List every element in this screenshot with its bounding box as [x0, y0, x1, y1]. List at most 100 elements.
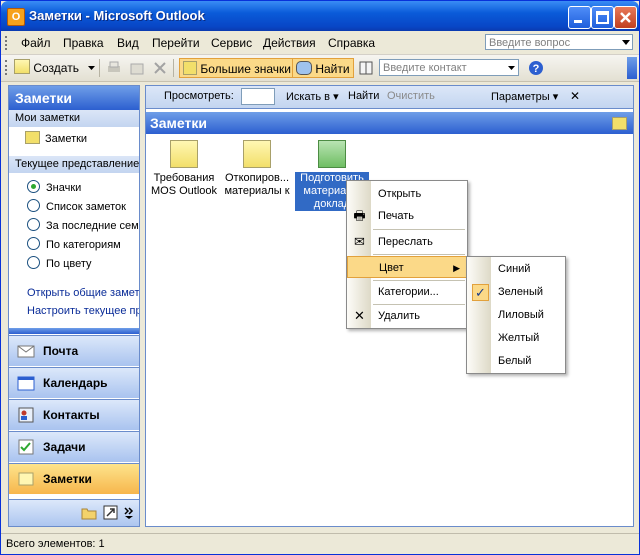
note-title-line: MOS Outlook [150, 185, 218, 197]
context-color[interactable]: Цвет ▶ [347, 256, 467, 278]
view-option-notes-list[interactable]: Список заметок [27, 199, 126, 213]
outlook-window: O Заметки - Microsoft Outlook Файл Правк… [0, 0, 640, 555]
toolbar-options-button[interactable] [627, 57, 637, 79]
view-option-last-seven-days[interactable]: За последние семь дней [27, 218, 139, 232]
color-item-label: Лиловый [498, 309, 544, 321]
search-in-button[interactable]: Искать в ▾ [286, 90, 339, 103]
maximize-button[interactable] [591, 6, 614, 29]
radio-icon [27, 199, 40, 212]
find-binoculars-icon [296, 61, 312, 75]
color-yellow[interactable]: Желтый [467, 327, 565, 349]
menu-view[interactable]: Вид [117, 36, 139, 50]
nav-button-notes[interactable]: Заметки [9, 463, 139, 494]
find-button[interactable]: Найти [292, 58, 354, 78]
shortcuts-icon[interactable] [103, 505, 118, 520]
move-to-folder-icon[interactable] [129, 60, 145, 76]
find-label: Найти [315, 62, 350, 76]
view-option-icons[interactable]: Значки [27, 180, 81, 194]
view-option-by-category[interactable]: По категориям [27, 237, 121, 251]
color-submenu: Синий ✓ Зеленый Лиловый Желтый Белый [466, 256, 566, 374]
note-item[interactable]: Откопиров... материалы к [220, 140, 294, 198]
configure-buttons-icon[interactable] [124, 507, 134, 519]
color-item-label: Зеленый [498, 286, 544, 298]
context-forward[interactable]: ✉ Переслать [347, 231, 467, 253]
notes-folder-item[interactable]: Заметки [13, 130, 87, 148]
nav-splitter[interactable] [9, 328, 139, 334]
toolbar-grip[interactable] [5, 60, 10, 75]
color-item-label: Желтый [498, 332, 540, 344]
outlook-app-icon: O [7, 8, 25, 26]
search-in-label: Искать в [286, 91, 331, 103]
address-book-icon[interactable] [358, 60, 374, 76]
title-bar[interactable]: O Заметки - Microsoft Outlook [1, 1, 639, 31]
open-shared-notes-link[interactable]: Открыть общие заметки... [27, 287, 139, 299]
view-option-by-color[interactable]: По цвету [27, 256, 92, 270]
large-icons-button[interactable]: Большие значки [179, 58, 295, 78]
view-option-label: Значки [46, 182, 82, 194]
menu-grip[interactable] [5, 36, 10, 50]
close-button[interactable] [614, 6, 637, 29]
create-button[interactable]: Создать [14, 58, 79, 78]
delete-icon: ✕ [354, 308, 365, 323]
menu-file[interactable]: Файл [21, 36, 51, 50]
look-for-input[interactable] [241, 88, 275, 105]
nav-button-tasks[interactable]: Задачи [9, 431, 139, 462]
menu-separator [373, 254, 465, 255]
new-note-icon [14, 59, 30, 74]
menu-go[interactable]: Перейти [152, 36, 200, 50]
options-button[interactable]: Параметры ▾ [491, 90, 558, 103]
minimize-button[interactable] [568, 6, 591, 29]
nav-button-mail[interactable]: Почта [9, 335, 139, 366]
find-now-button[interactable]: Найти [348, 90, 379, 102]
color-green[interactable]: ✓ Зеленый [467, 281, 565, 303]
nav-button-contacts[interactable]: Контакты [9, 399, 139, 430]
note-icon [170, 140, 198, 168]
color-icon [353, 260, 368, 275]
radio-icon [27, 237, 40, 250]
menu-edit[interactable]: Правка [63, 36, 104, 50]
my-notes-section[interactable]: Мои заметки [9, 110, 139, 127]
menu-actions[interactable]: Действия [263, 36, 316, 50]
context-print[interactable]: 🖶 Печать [347, 205, 467, 227]
color-lilac[interactable]: Лиловый [467, 304, 565, 326]
note-item[interactable]: Требования MOS Outlook [147, 140, 221, 198]
note-title-line: Требования [153, 172, 215, 184]
context-item-label: Открыть [378, 188, 422, 200]
folder-list-icon[interactable] [81, 506, 97, 520]
color-blue[interactable]: Синий [467, 258, 565, 280]
close-find-bar-button[interactable]: ✕ [570, 89, 580, 103]
ask-question-input[interactable]: Введите вопрос [485, 34, 633, 50]
context-categories[interactable]: Категории... [347, 281, 467, 303]
view-option-label: По цвету [46, 258, 92, 270]
nav-button-label: Заметки [43, 472, 92, 486]
radio-icon [27, 180, 40, 193]
clear-button[interactable]: Очистить [387, 90, 435, 102]
menu-help[interactable]: Справка [328, 36, 375, 50]
notes-folder-icon [25, 131, 40, 144]
nav-button-calendar[interactable]: Календарь [9, 367, 139, 398]
minimize-icon [574, 20, 582, 23]
context-open[interactable]: Открыть [347, 183, 467, 205]
view-option-label: Список заметок [46, 201, 126, 213]
find-bar: Просмотреть: Искать в ▾ Найти Очистить П… [145, 85, 634, 109]
menu-tools[interactable]: Сервис [211, 36, 252, 50]
mail-icon [17, 345, 35, 358]
ask-dropdown-icon[interactable] [622, 40, 630, 46]
help-icon[interactable]: ? [528, 60, 544, 76]
color-white[interactable]: Белый [467, 350, 565, 372]
current-view-section[interactable]: Текущее представление [9, 156, 139, 173]
contact-dropdown-icon[interactable] [508, 66, 515, 71]
calendar-icon [17, 376, 35, 391]
view-option-label: По категориям [46, 239, 121, 251]
create-dropdown-icon[interactable] [88, 66, 95, 71]
find-contact-input[interactable]: Введите контакт [379, 59, 519, 76]
standard-toolbar: Создать Большие значки Найти Введите кон… [1, 55, 639, 82]
color-item-label: Синий [498, 263, 531, 275]
print-icon[interactable] [106, 60, 122, 76]
delete-icon[interactable] [152, 60, 168, 76]
context-item-label: Переслать [378, 236, 433, 248]
nav-button-label: Задачи [43, 440, 86, 454]
context-delete[interactable]: ✕ Удалить [347, 305, 467, 327]
nav-footer [9, 499, 139, 526]
customize-view-link[interactable]: Настроить текущее представление... [27, 305, 139, 317]
